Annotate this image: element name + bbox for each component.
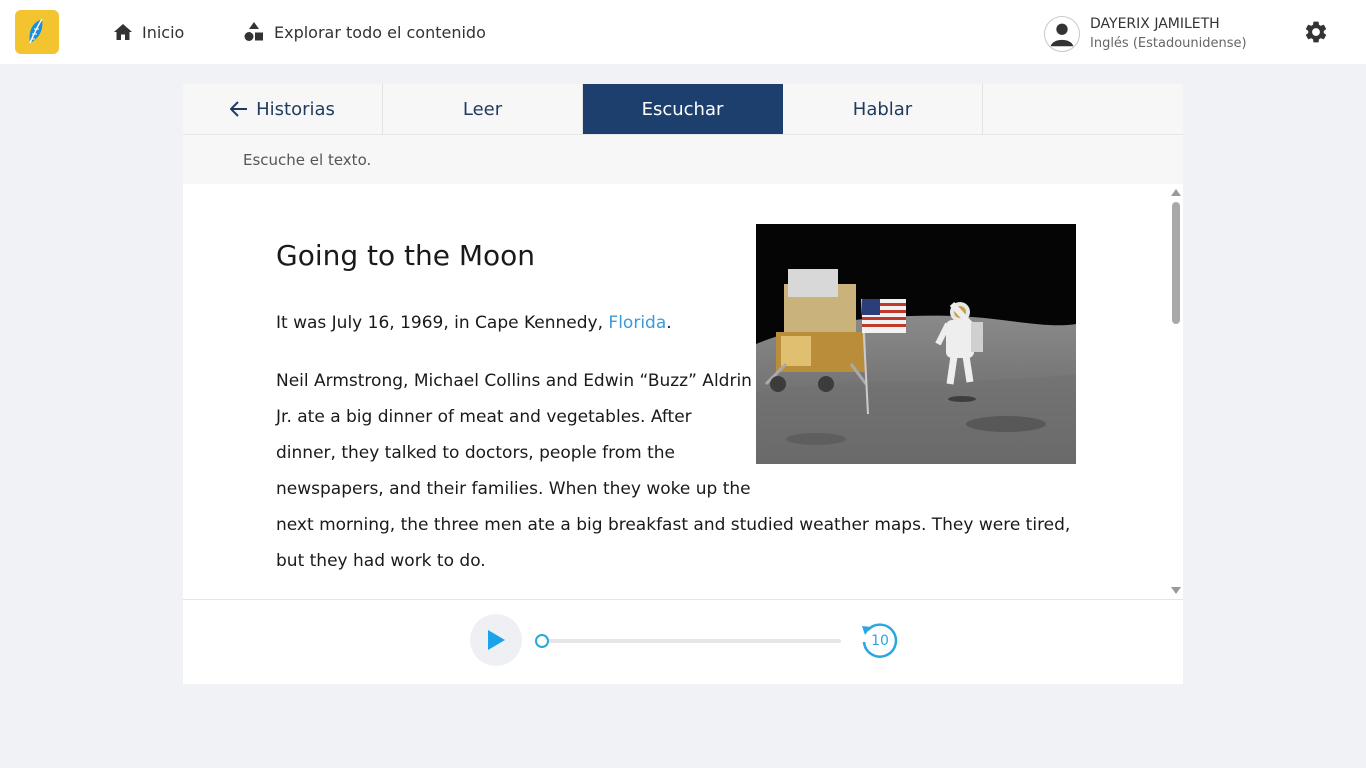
user-name: DAYERIX JAMILETH bbox=[1090, 16, 1220, 32]
story-card: Historias Leer Escuchar Hablar Escuche e… bbox=[183, 84, 1183, 684]
story-paragraph-1: It was July 16, 1969, in Cape Kennedy, F… bbox=[276, 305, 672, 341]
play-button[interactable] bbox=[470, 614, 522, 666]
paragraph-2-line: Neil Armstrong, Michael Collins and Edwi… bbox=[276, 371, 752, 391]
tab-hablar-label: Hablar bbox=[852, 98, 913, 120]
tab-escuchar[interactable]: Escuchar bbox=[583, 84, 783, 134]
paragraph-2-line: next morning, the three men ate a big br… bbox=[276, 515, 1071, 535]
leaf-logo-icon bbox=[29, 18, 43, 44]
activity-tabs: Historias Leer Escuchar Hablar bbox=[183, 84, 1183, 135]
progress-knob[interactable] bbox=[535, 634, 549, 648]
audio-player: 10 bbox=[183, 599, 1183, 684]
story-paragraph-2: Neil Armstrong, Michael Collins and Edwi… bbox=[276, 363, 1076, 579]
play-icon bbox=[488, 630, 505, 650]
user-language: Inglés (Estadounidense) bbox=[1090, 36, 1247, 51]
app-logo[interactable] bbox=[15, 10, 59, 54]
nav-explore[interactable]: Explorar todo el contenido bbox=[244, 0, 486, 64]
scroll-up-arrow-icon[interactable] bbox=[1171, 189, 1181, 196]
tab-leer[interactable]: Leer bbox=[383, 84, 583, 134]
tab-historias-label: Historias bbox=[256, 98, 335, 120]
tab-hablar[interactable]: Hablar bbox=[783, 84, 983, 134]
paragraph-2-line: newspapers, and their families. When the… bbox=[276, 479, 751, 499]
florida-link[interactable]: Florida bbox=[608, 313, 666, 333]
nav-explore-label: Explorar todo el contenido bbox=[274, 22, 486, 42]
nav-home-label: Inicio bbox=[142, 22, 185, 42]
story-title: Going to the Moon bbox=[276, 239, 536, 272]
avatar bbox=[1044, 16, 1080, 52]
arrow-left-icon bbox=[230, 101, 248, 117]
rewind-seconds: 10 bbox=[871, 633, 889, 649]
content-scrollbar[interactable] bbox=[1168, 184, 1183, 599]
gear-icon[interactable] bbox=[1303, 19, 1329, 45]
tab-leer-label: Leer bbox=[462, 98, 503, 120]
paragraph-1-text-before: It was July 16, 1969, in Cape Kennedy, bbox=[276, 313, 609, 333]
story-content: Going to the Moon It was July 16, 1969, … bbox=[183, 184, 1168, 599]
rewind-button[interactable]: 10 bbox=[859, 620, 899, 660]
audio-progress-bar[interactable] bbox=[535, 634, 841, 648]
scroll-thumb[interactable] bbox=[1172, 202, 1180, 324]
paragraph-2-line: but they had work to do. bbox=[276, 551, 486, 571]
paragraph-2-line: dinner, they talked to doctors, people f… bbox=[276, 443, 676, 463]
tab-escuchar-label: Escuchar bbox=[641, 98, 724, 120]
top-bar: Inicio Explorar todo el contenido DAYERI… bbox=[0, 0, 1366, 64]
instruction-text: Escuche el texto. bbox=[183, 135, 1183, 184]
paragraph-2-line: Jr. ate a big dinner of meat and vegetab… bbox=[276, 407, 692, 427]
paragraph-1-text-after: . bbox=[666, 313, 672, 333]
tab-historias[interactable]: Historias bbox=[183, 84, 383, 134]
scroll-down-arrow-icon[interactable] bbox=[1171, 587, 1181, 594]
nav-home[interactable]: Inicio bbox=[114, 0, 184, 64]
user-icon bbox=[1050, 23, 1074, 47]
home-icon bbox=[114, 24, 132, 40]
user-menu[interactable]: DAYERIX JAMILETH Inglés (Estadounidense) bbox=[1044, 14, 1247, 54]
shapes-icon bbox=[244, 22, 263, 41]
